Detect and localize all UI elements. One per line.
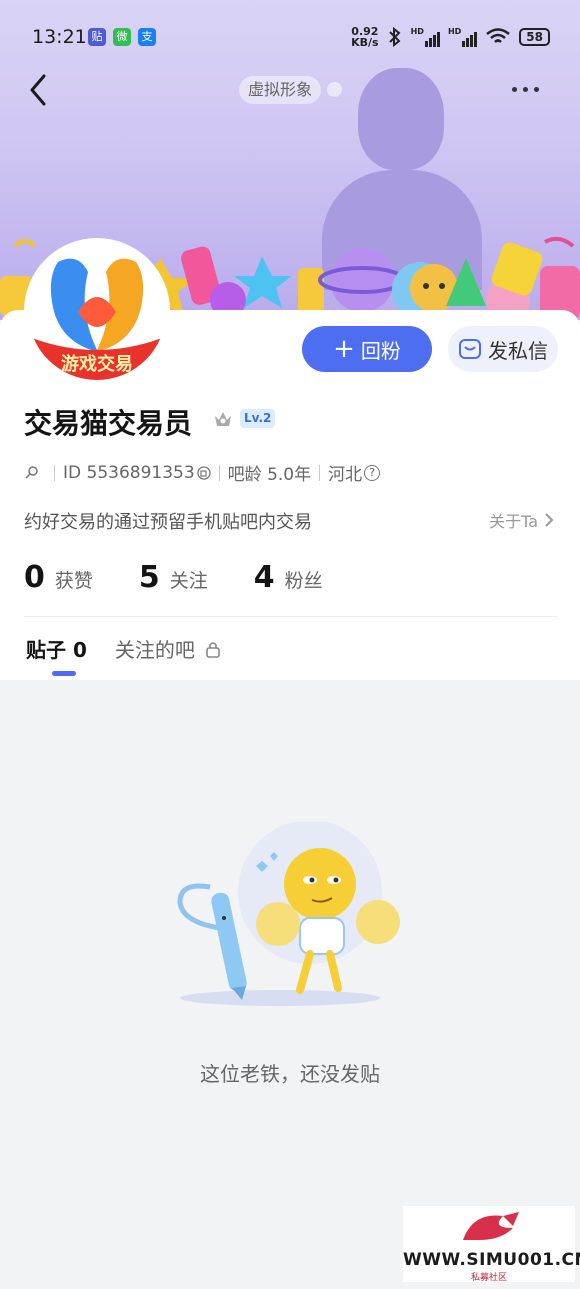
- user-bio: 约好交易的通过预留手机贴吧内交易: [24, 512, 312, 533]
- about-label: 关于Ta: [489, 512, 538, 531]
- follow-back-label: 回粉: [360, 338, 401, 363]
- watermark-sub: 私募社区: [470, 1273, 507, 1283]
- stat-likes-value: 0: [24, 560, 45, 595]
- tab-followed-bars[interactable]: 关注的吧: [115, 634, 221, 663]
- back-arrow-icon[interactable]: [22, 70, 56, 110]
- watermark-logo: [463, 1212, 519, 1240]
- battery-indicator: 58: [519, 28, 550, 46]
- signal-hd-label: HD: [410, 27, 424, 36]
- status-time: 13:21: [32, 26, 87, 48]
- empty-state-message: 这位老铁，还没发贴: [200, 1062, 380, 1086]
- search-icon: [25, 465, 38, 479]
- stat-following-label: 关注: [169, 570, 208, 592]
- follow-back-button[interactable]: + 回粉: [302, 326, 432, 372]
- help-icon[interactable]: ?: [364, 464, 381, 481]
- stat-likes-label: 获赞: [54, 570, 93, 592]
- level-badge[interactable]: Lv.2: [240, 409, 276, 428]
- stat-fans-value: 4: [253, 560, 275, 595]
- tab-followed-bars-label: 关注的吧: [114, 638, 195, 662]
- bar-age: 吧龄 5.0年: [227, 465, 312, 485]
- tieba-notification-icon: 贴: [88, 28, 106, 46]
- virtual-avatar-tag[interactable]: 虚拟形象: [239, 76, 322, 104]
- wifi-icon: [486, 28, 511, 43]
- profile-meta: ID 5536891353 吧龄 5.0年 河北 ?: [24, 460, 381, 485]
- more-options-icon[interactable]: [512, 78, 552, 100]
- empty-state-illustration: [177, 822, 400, 1006]
- tab-posts[interactable]: 贴子 0: [26, 634, 87, 676]
- signal-icon: HD: [411, 27, 440, 47]
- stat-likes[interactable]: 0 获赞: [24, 560, 93, 595]
- network-speed: 0.92 KB/s: [351, 26, 378, 48]
- copy-icon[interactable]: [197, 465, 211, 480]
- location: 河北: [328, 465, 363, 485]
- avatar[interactable]: 游戏交易: [24, 238, 170, 384]
- lock-icon: [206, 641, 220, 658]
- plus-icon: +: [333, 334, 355, 364]
- wechat-notification-icon: 微: [113, 28, 131, 46]
- signal-icon-2: HD: [447, 27, 478, 47]
- about-link[interactable]: 关于Ta: [489, 508, 554, 532]
- profile-tabs: 贴子 0 关注的吧: [26, 634, 221, 676]
- message-icon: [459, 339, 481, 359]
- send-message-label: 发私信: [488, 338, 548, 363]
- chevron-right-icon: [545, 513, 554, 527]
- stat-following-value: 5: [138, 560, 160, 595]
- avatar-logo: 游戏交易: [28, 242, 166, 380]
- stat-fans-label: 粉丝: [284, 570, 323, 592]
- stat-fans[interactable]: 4 粉丝: [254, 560, 323, 595]
- status-indicators: 0.92 KB/s HD HD 58: [351, 26, 550, 48]
- stats-row: 0 获赞 5 关注 4 粉丝: [24, 560, 367, 595]
- virtual-avatar-dot: [327, 82, 342, 97]
- alipay-notification-icon: 支: [138, 28, 156, 46]
- network-speed-unit: KB/s: [351, 36, 379, 49]
- member-crown-icon[interactable]: [212, 408, 234, 430]
- watermark-site: WWW.SIMU001.CN: [403, 1250, 580, 1270]
- bluetooth-icon: [388, 27, 401, 47]
- status-bar: 13:21 贴 微 支 0.92 KB/s HD HD 58: [0, 0, 580, 76]
- avatar-text: 游戏交易: [61, 353, 133, 375]
- signal-hd-label-2: HD: [447, 27, 462, 36]
- watermark: WWW.SIMU001.CN 私募社区: [403, 1206, 580, 1283]
- stat-following[interactable]: 5 关注: [139, 560, 208, 595]
- username: 交易猫交易员: [24, 407, 193, 440]
- divider: [24, 616, 558, 617]
- virtual-avatar-silhouette: [358, 68, 444, 170]
- send-message-button[interactable]: 发私信: [448, 326, 558, 372]
- user-id: ID 5536891353: [63, 462, 195, 483]
